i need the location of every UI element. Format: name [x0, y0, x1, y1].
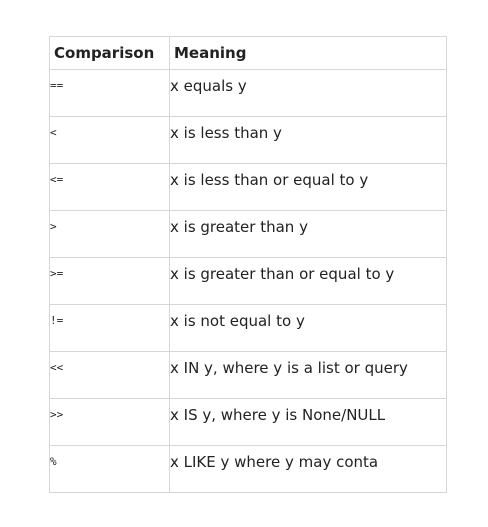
meaning-cell: x equals y: [169, 69, 447, 117]
table-row: > x is greater than y: [49, 210, 447, 258]
operator-cell: !=: [49, 304, 170, 352]
table-row: << x IN y, where y is a list or query: [49, 351, 447, 399]
meaning-cell: x is greater than or equal to y: [169, 257, 447, 305]
table-row: >> x IS y, where y is None/NULL: [49, 398, 447, 446]
table-row: < x is less than y: [49, 116, 447, 164]
operator-cell: <<: [49, 351, 170, 399]
meaning-cell: x is greater than y: [169, 210, 447, 258]
operator-cell: >>: [49, 398, 170, 446]
operator-cell: >=: [49, 257, 170, 305]
operator-cell: <: [49, 116, 170, 164]
table-row: == x equals y: [49, 69, 447, 117]
comparison-operators-table: Comparison Meaning == x equals y < x is …: [49, 36, 447, 493]
column-header-comparison: Comparison: [49, 36, 170, 70]
table-row: != x is not equal to y: [49, 304, 447, 352]
column-header-meaning: Meaning: [169, 36, 447, 70]
meaning-cell: x IN y, where y is a list or query: [169, 351, 447, 399]
table-row: >= x is greater than or equal to y: [49, 257, 447, 305]
operator-cell: %: [49, 445, 170, 493]
meaning-cell: x is not equal to y: [169, 304, 447, 352]
meaning-cell: x LIKE y where y may conta: [169, 445, 447, 493]
table-row: % x LIKE y where y may conta: [49, 445, 447, 493]
table-row: <= x is less than or equal to y: [49, 163, 447, 211]
operator-cell: <=: [49, 163, 170, 211]
table-header-row: Comparison Meaning: [49, 36, 447, 70]
operator-cell: >: [49, 210, 170, 258]
meaning-cell: x is less than or equal to y: [169, 163, 447, 211]
meaning-cell: x is less than y: [169, 116, 447, 164]
meaning-cell: x IS y, where y is None/NULL: [169, 398, 447, 446]
operator-cell: ==: [49, 69, 170, 117]
